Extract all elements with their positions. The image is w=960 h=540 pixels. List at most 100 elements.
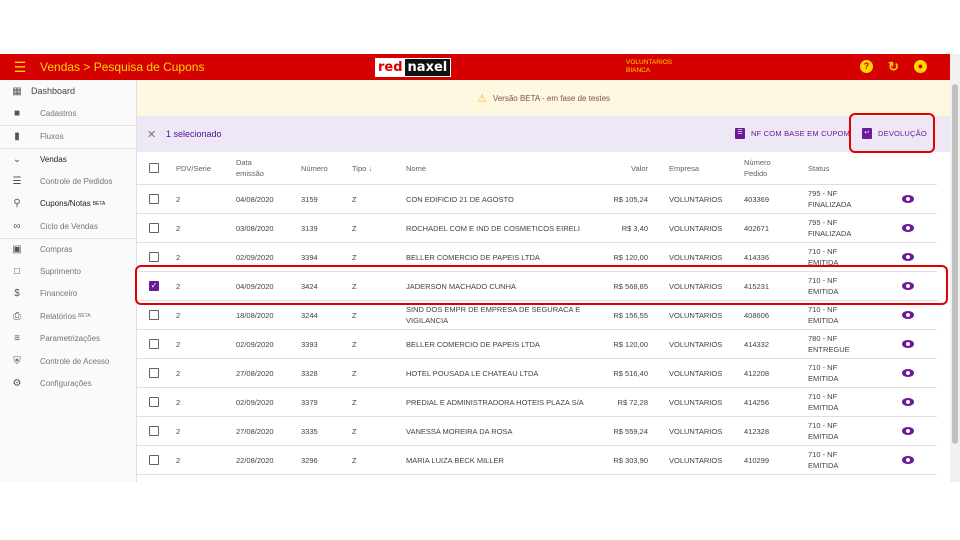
row-checkbox[interactable] bbox=[149, 339, 159, 349]
cell-valor: R$ 120,00 bbox=[613, 339, 648, 349]
header-pedido-line2: Pedido bbox=[744, 169, 768, 178]
eye-icon[interactable] bbox=[902, 253, 914, 261]
table-row[interactable]: 2 03/08/2020 3139 Z VOLUNTARIOS 402671 ROCHADE… bbox=[137, 214, 937, 243]
rednaxel-logo: red naxel bbox=[375, 58, 452, 77]
row-checkbox[interactable] bbox=[149, 252, 159, 262]
sidebar-item-vendas[interactable]: ⌄ Vendas bbox=[0, 147, 136, 171]
sidebar-item-label: Compras bbox=[40, 244, 73, 254]
eye-icon[interactable] bbox=[902, 427, 914, 435]
sidebar-item-controle-pedidos[interactable]: ☰ Controle de Pedidos bbox=[0, 170, 136, 193]
store-icon: ▣ bbox=[12, 243, 22, 255]
table-row[interactable]: 2 22/08/2020 3296 Z VOLUNTARIOS 410299 MARIA L… bbox=[137, 446, 937, 475]
row-checkbox[interactable] bbox=[149, 223, 159, 233]
header-data-line1: Data bbox=[236, 158, 252, 167]
view-cell bbox=[902, 388, 914, 416]
table-row[interactable]: 2 04/08/2020 3159 Z VOLUNTARIOS 403369 CON EDI… bbox=[137, 185, 937, 214]
row-checkbox-cell bbox=[149, 417, 159, 445]
sidebar-item-relatorios[interactable]: ⎙ Relatórios BETA bbox=[0, 305, 136, 328]
header-pdv[interactable]: PDV/Serie bbox=[176, 152, 211, 184]
header-status[interactable]: Status bbox=[808, 152, 829, 184]
row-checkbox[interactable] bbox=[149, 426, 159, 436]
eye-icon[interactable] bbox=[902, 224, 914, 232]
cell-nome-text: SIND DOS EMPR DE EMPRESA DE SEGURACA E VI… bbox=[406, 304, 580, 326]
table-row[interactable]: 2 02/09/2020 3379 Z VOLUNTARIOS 414256 PREDIAL… bbox=[137, 388, 937, 417]
cell-status-line2: FINALIZADA bbox=[808, 229, 852, 238]
header-numero[interactable]: Número bbox=[301, 152, 328, 184]
cell-pedido: 403369 bbox=[744, 194, 770, 204]
vertical-scrollbar[interactable] bbox=[950, 54, 960, 482]
table-header-row: PDV/Serie Data emissão Número Tipo ↓ Nome… bbox=[137, 152, 937, 185]
table-row[interactable]: 2 27/08/2020 3335 Z VOLUNTARIOS 412328 VANESSA… bbox=[137, 417, 937, 446]
sidebar-item-label: Cupons/Notas bbox=[40, 199, 91, 209]
select-all-checkbox[interactable] bbox=[149, 163, 159, 173]
header-empresa[interactable]: Empresa bbox=[669, 152, 699, 184]
sidebar-item-label: Controle de Acesso bbox=[40, 356, 110, 366]
cell-status-text: 710 - NF EMITIDA bbox=[808, 362, 838, 384]
crop-icon: □ bbox=[13, 265, 21, 277]
eye-icon[interactable] bbox=[902, 195, 914, 203]
cell-nome-line1: PREDIAL E ADMINISTRADORA HOTEIS PLAZA S/… bbox=[406, 397, 584, 407]
row-checkbox[interactable] bbox=[149, 194, 159, 204]
cell-pedido: 414256 bbox=[744, 397, 770, 407]
eye-icon[interactable] bbox=[902, 340, 914, 348]
eye-icon[interactable] bbox=[902, 456, 914, 464]
sidebar-item-suprimento[interactable]: □ Suprimento bbox=[0, 260, 136, 283]
header-valor[interactable]: Valor bbox=[581, 152, 648, 184]
sidebar-item-ciclo-vendas[interactable]: ∞ Ciclo de Vendas bbox=[0, 215, 136, 238]
cell-status-line1: 710 - NF bbox=[808, 305, 838, 314]
account-icon[interactable]: ● bbox=[914, 60, 927, 73]
sidebar-item-cupons-notas[interactable]: ⚲ Cupons/Notas BETA bbox=[0, 193, 136, 216]
cell-numero: 3139 bbox=[301, 223, 318, 233]
cell-nome: CON EDIFICIO 21 DE AGOSTO bbox=[406, 185, 596, 213]
cell-status-text: 780 - NF ENTREGUE bbox=[808, 333, 850, 355]
close-icon[interactable]: ✕ bbox=[147, 128, 160, 141]
sidebar-item-parametrizacoes[interactable]: ≡ Parametrizações bbox=[0, 328, 136, 351]
cell-status-line2: EMITIDA bbox=[808, 374, 839, 383]
menu-icon[interactable]: ☰ bbox=[0, 59, 40, 76]
sidebar-item-controle-acesso[interactable]: ⛨ Controle de Acesso bbox=[0, 350, 136, 373]
cell-status-line1: 710 - NF bbox=[808, 421, 838, 430]
row-checkbox[interactable] bbox=[149, 397, 159, 407]
table-row[interactable]: 2 27/08/2020 3328 Z VOLUNTARIOS 412208 HOTEL P… bbox=[137, 359, 937, 388]
cell-empresa: VOLUNTARIOS bbox=[669, 194, 723, 204]
cell-empresa: VOLUNTARIOS bbox=[669, 455, 723, 465]
cell-status: 710 - NF EMITIDA bbox=[808, 388, 838, 416]
row-checkbox[interactable] bbox=[149, 455, 159, 465]
sidebar-item-compras[interactable]: ▣ Compras bbox=[0, 237, 136, 261]
header-tipo[interactable]: Tipo ↓ bbox=[352, 152, 372, 184]
cell-nome: ROCHADEL COM E IND DE COSMETICOS EIRELI bbox=[406, 214, 596, 242]
nf-button-label: NF COM BASE EM CUPOM bbox=[751, 129, 851, 138]
refresh-icon[interactable]: ↻ bbox=[887, 60, 900, 73]
cell-status-line1: 710 - NF bbox=[808, 247, 838, 256]
table-row[interactable]: 2 18/08/2020 3244 Z VOLUNTARIOS 408606 SIND DO… bbox=[137, 301, 937, 330]
cell-status-text: 710 - NF EMITIDA bbox=[808, 449, 838, 471]
sidebar: ▦ Dashboard ■ Cadastros ▮ Fluxos ⌄ Vendas ☰ C… bbox=[0, 80, 137, 482]
cell-pedido: 414332 bbox=[744, 339, 770, 349]
row-checkbox[interactable] bbox=[149, 368, 159, 378]
cell-empresa: VOLUNTARIOS bbox=[669, 310, 723, 320]
scrollbar-thumb[interactable] bbox=[952, 84, 958, 444]
cell-status-text: 710 - NF EMITIDA bbox=[808, 304, 838, 326]
sidebar-item-configuracoes[interactable]: ⚙ Configurações bbox=[0, 373, 136, 396]
row-checkbox-cell bbox=[149, 301, 159, 329]
cell-nome-line1: HOTEL POUSADA LE CHATEAU LTDA bbox=[406, 368, 539, 378]
header-data[interactable]: Data emissão bbox=[236, 152, 264, 184]
eye-icon[interactable] bbox=[902, 369, 914, 377]
sidebar-item-cadastros[interactable]: ■ Cadastros bbox=[0, 103, 136, 126]
header-nome[interactable]: Nome bbox=[406, 152, 426, 184]
eye-icon[interactable] bbox=[902, 398, 914, 406]
row-checkbox[interactable] bbox=[149, 310, 159, 320]
help-icon[interactable]: ? bbox=[860, 60, 873, 73]
cell-nome: MARIA LUIZA BECK MILLER bbox=[406, 446, 596, 474]
beta-banner: ⚠ Versão BETA - em fase de testes bbox=[137, 80, 950, 116]
app-frame: ☰ Vendas > Pesquisa de Cupons red naxel … bbox=[0, 54, 960, 482]
sidebar-item-dashboard[interactable]: ▦ Dashboard bbox=[0, 80, 136, 103]
header-pedido[interactable]: Número Pedido bbox=[744, 152, 771, 184]
sidebar-item-financeiro[interactable]: $ Financeiro bbox=[0, 283, 136, 306]
eye-icon[interactable] bbox=[902, 311, 914, 319]
sidebar-item-fluxos[interactable]: ▮ Fluxos bbox=[0, 125, 136, 148]
table-row[interactable]: 2 02/09/2020 3393 Z VOLUNTARIOS 414332 BELLER … bbox=[137, 330, 937, 359]
cell-data: 02/09/2020 bbox=[236, 339, 274, 349]
nf-com-base-em-cupom-button[interactable]: ☰ NF COM BASE EM CUPOM bbox=[735, 128, 850, 139]
cell-valor: R$ 559,24 bbox=[613, 426, 648, 436]
